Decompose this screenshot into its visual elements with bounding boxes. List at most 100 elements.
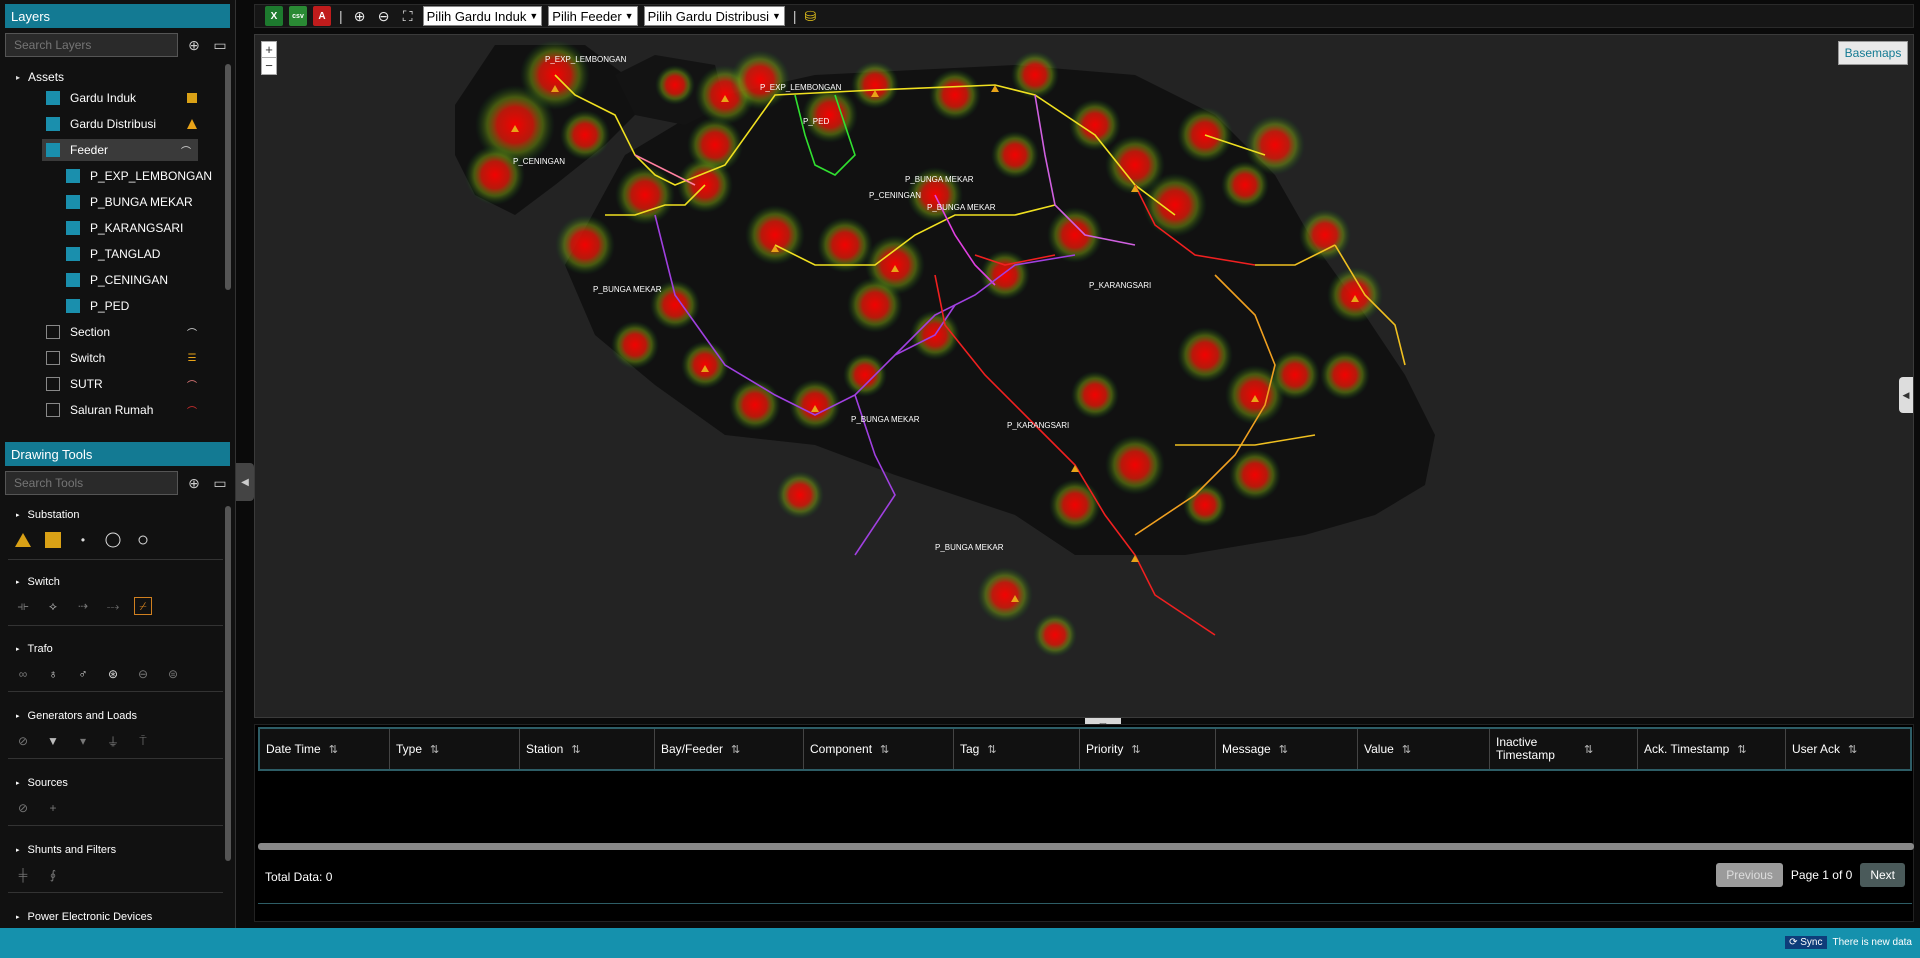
layer-item-p-ped[interactable]: P_PED <box>66 295 129 317</box>
layers-search-input[interactable] <box>5 33 178 57</box>
basemaps-button[interactable]: Basemaps <box>1838 41 1908 65</box>
external-grid-icon[interactable]: + <box>44 799 62 817</box>
column-header-date-time[interactable]: Date Time ⇅ <box>260 729 390 769</box>
fullscreen-icon[interactable]: ⛶ <box>399 8 417 25</box>
static-load-icon[interactable]: ⍑ <box>134 732 152 750</box>
zoom-out-button[interactable]: − <box>262 58 276 74</box>
load-break-icon[interactable]: ⇢ <box>74 597 92 615</box>
layer-checkbox[interactable] <box>66 273 80 287</box>
triangle-tool-icon[interactable] <box>14 531 32 549</box>
tools-scrollbar[interactable] <box>225 506 231 861</box>
column-header-tag[interactable]: Tag ⇅ <box>954 729 1080 769</box>
pdf-export-icon[interactable]: A <box>313 6 331 26</box>
recloser-icon[interactable]: ⌿ <box>134 597 152 615</box>
column-header-bay-feeder[interactable]: Bay/Feeder ⇅ <box>655 729 804 769</box>
column-header-user-ack[interactable]: User Ack ⇅ <box>1786 729 1906 769</box>
column-header-message[interactable]: Message ⇅ <box>1216 729 1358 769</box>
column-header-type[interactable]: Type ⇅ <box>390 729 520 769</box>
reactor-icon[interactable]: ∮ <box>44 866 62 884</box>
sort-icon[interactable]: ⇅ <box>430 743 439 756</box>
column-header-value[interactable]: Value ⇅ <box>1358 729 1490 769</box>
trafo-2w-icon[interactable]: ∞ <box>14 665 32 683</box>
layer-item-p-exp-lembongan[interactable]: P_EXP_LEMBONGAN <box>66 165 212 187</box>
layer-checkbox[interactable] <box>46 143 60 157</box>
tool-group-substation[interactable]: ▸ Substation <box>16 509 80 521</box>
trafo-v-icon[interactable]: ♁ <box>44 665 62 683</box>
layer-item-gardu-distribusi[interactable]: Gardu Distribusi <box>46 113 204 135</box>
table-horizontal-scrollbar[interactable] <box>258 843 1914 850</box>
breaker-icon[interactable]: ⟛ <box>14 597 32 615</box>
column-header-component[interactable]: Component ⇅ <box>804 729 954 769</box>
sync-button[interactable]: ⟳ Sync <box>1785 936 1827 949</box>
disconnector-icon[interactable]: ⟡ <box>44 597 62 615</box>
excel-export-icon[interactable]: X <box>265 6 283 26</box>
tool-group-trafo[interactable]: ▸ Trafo <box>16 643 53 655</box>
trafo-3w-icon[interactable]: ⊛ <box>104 665 122 683</box>
layer-item-p-ceningan[interactable]: P_CENINGAN <box>66 269 168 291</box>
layer-checkbox[interactable] <box>66 299 80 313</box>
sort-icon[interactable]: ⇅ <box>1737 743 1746 756</box>
column-header-priority[interactable]: Priority ⇅ <box>1080 729 1216 769</box>
layer-item-p-karangsari[interactable]: P_KARANGSARI <box>66 217 183 239</box>
layer-checkbox[interactable] <box>46 351 60 365</box>
layer-item-feeder[interactable]: Feeder ⌒ <box>42 139 198 161</box>
trafo-v2-icon[interactable]: ⊜ <box>164 665 182 683</box>
select-gardu-induk[interactable]: Pilih Gardu Induk ▼ <box>422 6 543 26</box>
fuse-icon[interactable]: ⤏ <box>104 597 122 615</box>
select-feeder[interactable]: Pilih Feeder ▼ <box>548 6 638 26</box>
motor-load-icon[interactable]: ▾ <box>74 732 92 750</box>
layer-checkbox[interactable] <box>66 221 80 235</box>
ground-load-icon[interactable]: ⏚ <box>104 732 122 750</box>
zoom-in-icon[interactable]: ⊕ <box>351 8 369 25</box>
zoom-in-button[interactable]: + <box>262 42 276 58</box>
capacitor-icon[interactable]: ╪ <box>14 866 32 884</box>
zoom-out-icon[interactable]: ⊖ <box>375 8 393 25</box>
tools-search-input[interactable] <box>5 471 178 495</box>
layer-checkbox[interactable] <box>46 403 60 417</box>
right-panel-handle[interactable]: ◀ <box>1899 377 1913 413</box>
trafo-h-icon[interactable]: ⊖ <box>134 665 152 683</box>
layers-scrollbar[interactable] <box>225 64 231 290</box>
sort-icon[interactable]: ⇅ <box>1402 743 1411 756</box>
tool-group-power-electronic[interactable]: ▸ Power Electronic Devices <box>16 911 152 923</box>
dot-tool-icon[interactable]: • <box>74 531 92 549</box>
previous-button[interactable]: Previous <box>1716 863 1783 887</box>
layer-checkbox[interactable] <box>66 247 80 261</box>
collapse-panel-handle[interactable]: ◀ <box>236 463 254 501</box>
tree-group-assets[interactable]: ▸ Assets <box>16 66 64 88</box>
layer-checkbox[interactable] <box>46 325 60 339</box>
sort-icon[interactable]: ⇅ <box>1131 743 1140 756</box>
map-canvas[interactable]: P_EXP_LEMBONGAN P_EXP_LEMBONGAN P_CENING… <box>254 34 1914 718</box>
add-tool-icon[interactable]: ⊕ <box>184 473 204 493</box>
trafo-ground-icon[interactable]: ♂ <box>74 665 92 683</box>
tool-group-switch[interactable]: ▸ Switch <box>16 576 60 588</box>
sort-icon[interactable]: ⇅ <box>1848 743 1857 756</box>
layer-item-gardu-induk[interactable]: Gardu Induk <box>46 87 204 109</box>
sort-icon[interactable]: ⇅ <box>1279 743 1288 756</box>
folder-icon[interactable]: ▭ <box>210 473 230 493</box>
tool-group-sources[interactable]: ▸ Sources <box>16 777 68 789</box>
sort-icon[interactable]: ⇅ <box>731 743 740 756</box>
layer-checkbox[interactable] <box>46 117 60 131</box>
sort-icon[interactable]: ⇅ <box>987 743 996 756</box>
column-header-station[interactable]: Station ⇅ <box>520 729 655 769</box>
column-header-inactive-timestamp[interactable]: Inactive Timestamp ⇅ <box>1490 729 1638 769</box>
layer-item-section[interactable]: Section ⌒ <box>46 321 204 343</box>
layer-checkbox[interactable] <box>46 91 60 105</box>
tool-group-shunts-filters[interactable]: ▸ Shunts and Filters <box>16 844 116 856</box>
add-layer-icon[interactable]: ⊕ <box>184 35 204 55</box>
folder-icon[interactable]: ▭ <box>210 35 230 55</box>
square-tool-icon[interactable] <box>44 531 62 549</box>
database-icon[interactable]: ⛁ <box>805 8 817 25</box>
layer-checkbox[interactable] <box>66 195 80 209</box>
sort-icon[interactable]: ⇅ <box>571 743 580 756</box>
circle-tool-icon[interactable] <box>104 531 122 549</box>
layer-item-sutr[interactable]: SUTR ⌒ <box>46 373 204 395</box>
layer-checkbox[interactable] <box>66 169 80 183</box>
layer-item-p-tanglad[interactable]: P_TANGLAD <box>66 243 160 265</box>
tool-group-generators-loads[interactable]: ▸ Generators and Loads <box>16 710 137 722</box>
csv-export-icon[interactable]: csv <box>289 6 307 26</box>
layer-item-switch[interactable]: Switch ☰ <box>46 347 204 369</box>
sort-icon[interactable]: ⇅ <box>1584 743 1593 756</box>
load-icon[interactable]: ▼ <box>44 732 62 750</box>
